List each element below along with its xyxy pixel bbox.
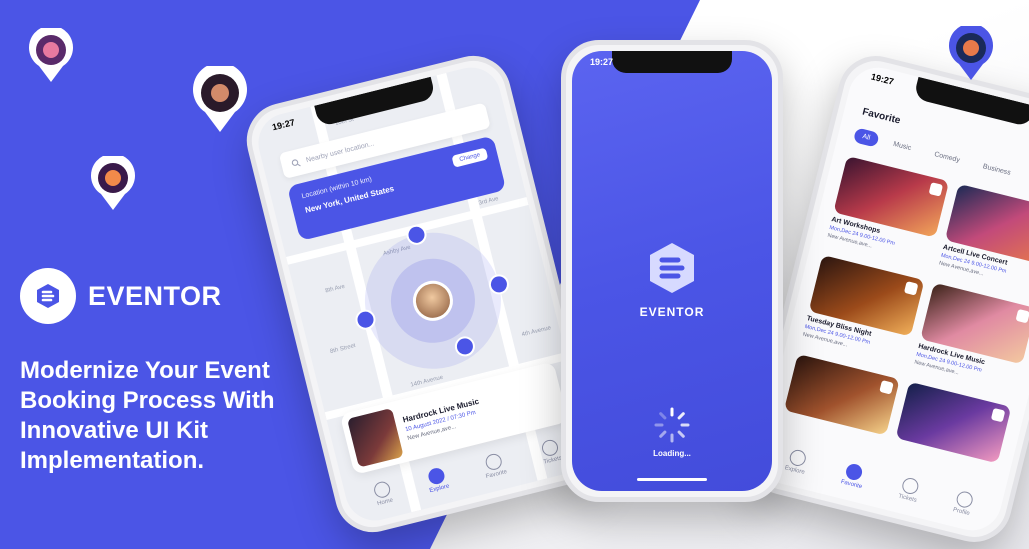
event-thumbnail — [347, 407, 404, 468]
headline-line: Modernize Your Event — [20, 357, 270, 384]
status-time: 19:27 — [590, 57, 614, 67]
eventor-logo-icon — [650, 243, 694, 293]
headline-line: Booking Process With — [20, 387, 275, 414]
heart-icon[interactable] — [928, 182, 944, 197]
chip-music[interactable]: Music — [884, 135, 921, 158]
map-pin-icon — [91, 156, 135, 210]
tab-favorite[interactable]: Favorite — [481, 452, 508, 481]
tab-label: Profile — [952, 507, 971, 518]
tab-label: Tickets — [897, 493, 918, 504]
heart-icon[interactable] — [879, 380, 894, 395]
tab-tickets[interactable]: Tickets — [539, 438, 563, 466]
eventor-logo-icon — [20, 268, 76, 324]
phone-notch — [612, 51, 732, 73]
map-pin-icon — [193, 66, 247, 132]
tab-favorite[interactable]: Favorite — [840, 462, 867, 491]
loading-spinner-icon — [654, 407, 690, 443]
heart-icon[interactable] — [903, 281, 919, 296]
status-time: 19:27 — [870, 71, 895, 87]
tab-label: Tickets — [542, 455, 563, 466]
heart-icon[interactable] — [990, 407, 1006, 423]
tab-explore[interactable]: Explore — [784, 448, 810, 476]
tab-explore[interactable]: Explore — [425, 466, 451, 495]
tab-profile[interactable]: Profile — [952, 489, 975, 518]
splash-screen: 19:27 EVENTOR Loading... — [572, 51, 772, 491]
tab-label: Explore — [428, 483, 451, 495]
map-pin-icon — [949, 26, 993, 80]
heart-icon[interactable] — [1015, 308, 1029, 324]
compass-icon — [788, 448, 808, 468]
ticket-icon — [900, 476, 921, 496]
event-card[interactable]: Art Workshops Mon,Dec 24 9.00-12.00 Pm N… — [825, 155, 950, 271]
headline-line: Implementation. — [20, 447, 205, 474]
event-card[interactable]: Artcell Live Concert Mon,Dec 24 9.00-12.… — [937, 183, 1029, 299]
headline: Modernize Your Event Booking Process Wit… — [20, 356, 350, 476]
event-image — [895, 381, 1012, 464]
compass-icon — [426, 466, 447, 486]
tab-label: Home — [376, 497, 394, 508]
page-title: Favorite — [861, 106, 902, 127]
home-icon — [372, 480, 392, 500]
tab-label: Explore — [783, 465, 806, 476]
event-image — [783, 353, 900, 436]
chip-business[interactable]: Business — [973, 157, 1020, 182]
headline-line: Innovative UI Kit — [20, 417, 209, 444]
brand-logo: EVENTOR — [20, 268, 222, 324]
street-label: 4th Avenue — [521, 325, 552, 339]
splash-title: EVENTOR — [639, 305, 705, 319]
user-icon — [954, 489, 975, 510]
map-pin-icon — [29, 28, 73, 82]
street-label: 8th Street — [329, 342, 357, 356]
tab-label: Favorite — [840, 479, 863, 491]
street-label: 8th Ave — [324, 283, 346, 295]
event-info: Hardrock Live Music 10 August 2022 / 07:… — [399, 387, 487, 454]
home-indicator — [637, 478, 707, 481]
event-card[interactable]: Hardrock Live Music Mon,Dec 24 9.00-12.0… — [912, 282, 1029, 398]
tab-tickets[interactable]: Tickets — [898, 476, 922, 504]
heart-icon — [483, 452, 504, 472]
event-grid: Art Workshops Mon,Dec 24 9.00-12.00 Pm N… — [776, 155, 1029, 496]
search-icon — [291, 158, 301, 166]
brand-name: EVENTOR — [88, 280, 222, 311]
status-time: 19:27 — [271, 117, 296, 133]
phone-splash-screen: 19:27 EVENTOR Loading... — [561, 40, 783, 502]
event-card[interactable]: Tuesday Bliss Night Mon,Dec 24 9.00-12.0… — [800, 254, 925, 370]
loading-text: Loading... — [653, 449, 691, 458]
chip-all[interactable]: All — [852, 127, 880, 148]
heart-icon — [844, 462, 865, 482]
ticket-icon — [539, 438, 560, 458]
tab-home[interactable]: Home — [372, 480, 394, 508]
search-placeholder: Nearby user location... — [305, 139, 375, 164]
chip-comedy[interactable]: Comedy — [925, 145, 969, 170]
tab-label: Favorite — [485, 469, 508, 481]
